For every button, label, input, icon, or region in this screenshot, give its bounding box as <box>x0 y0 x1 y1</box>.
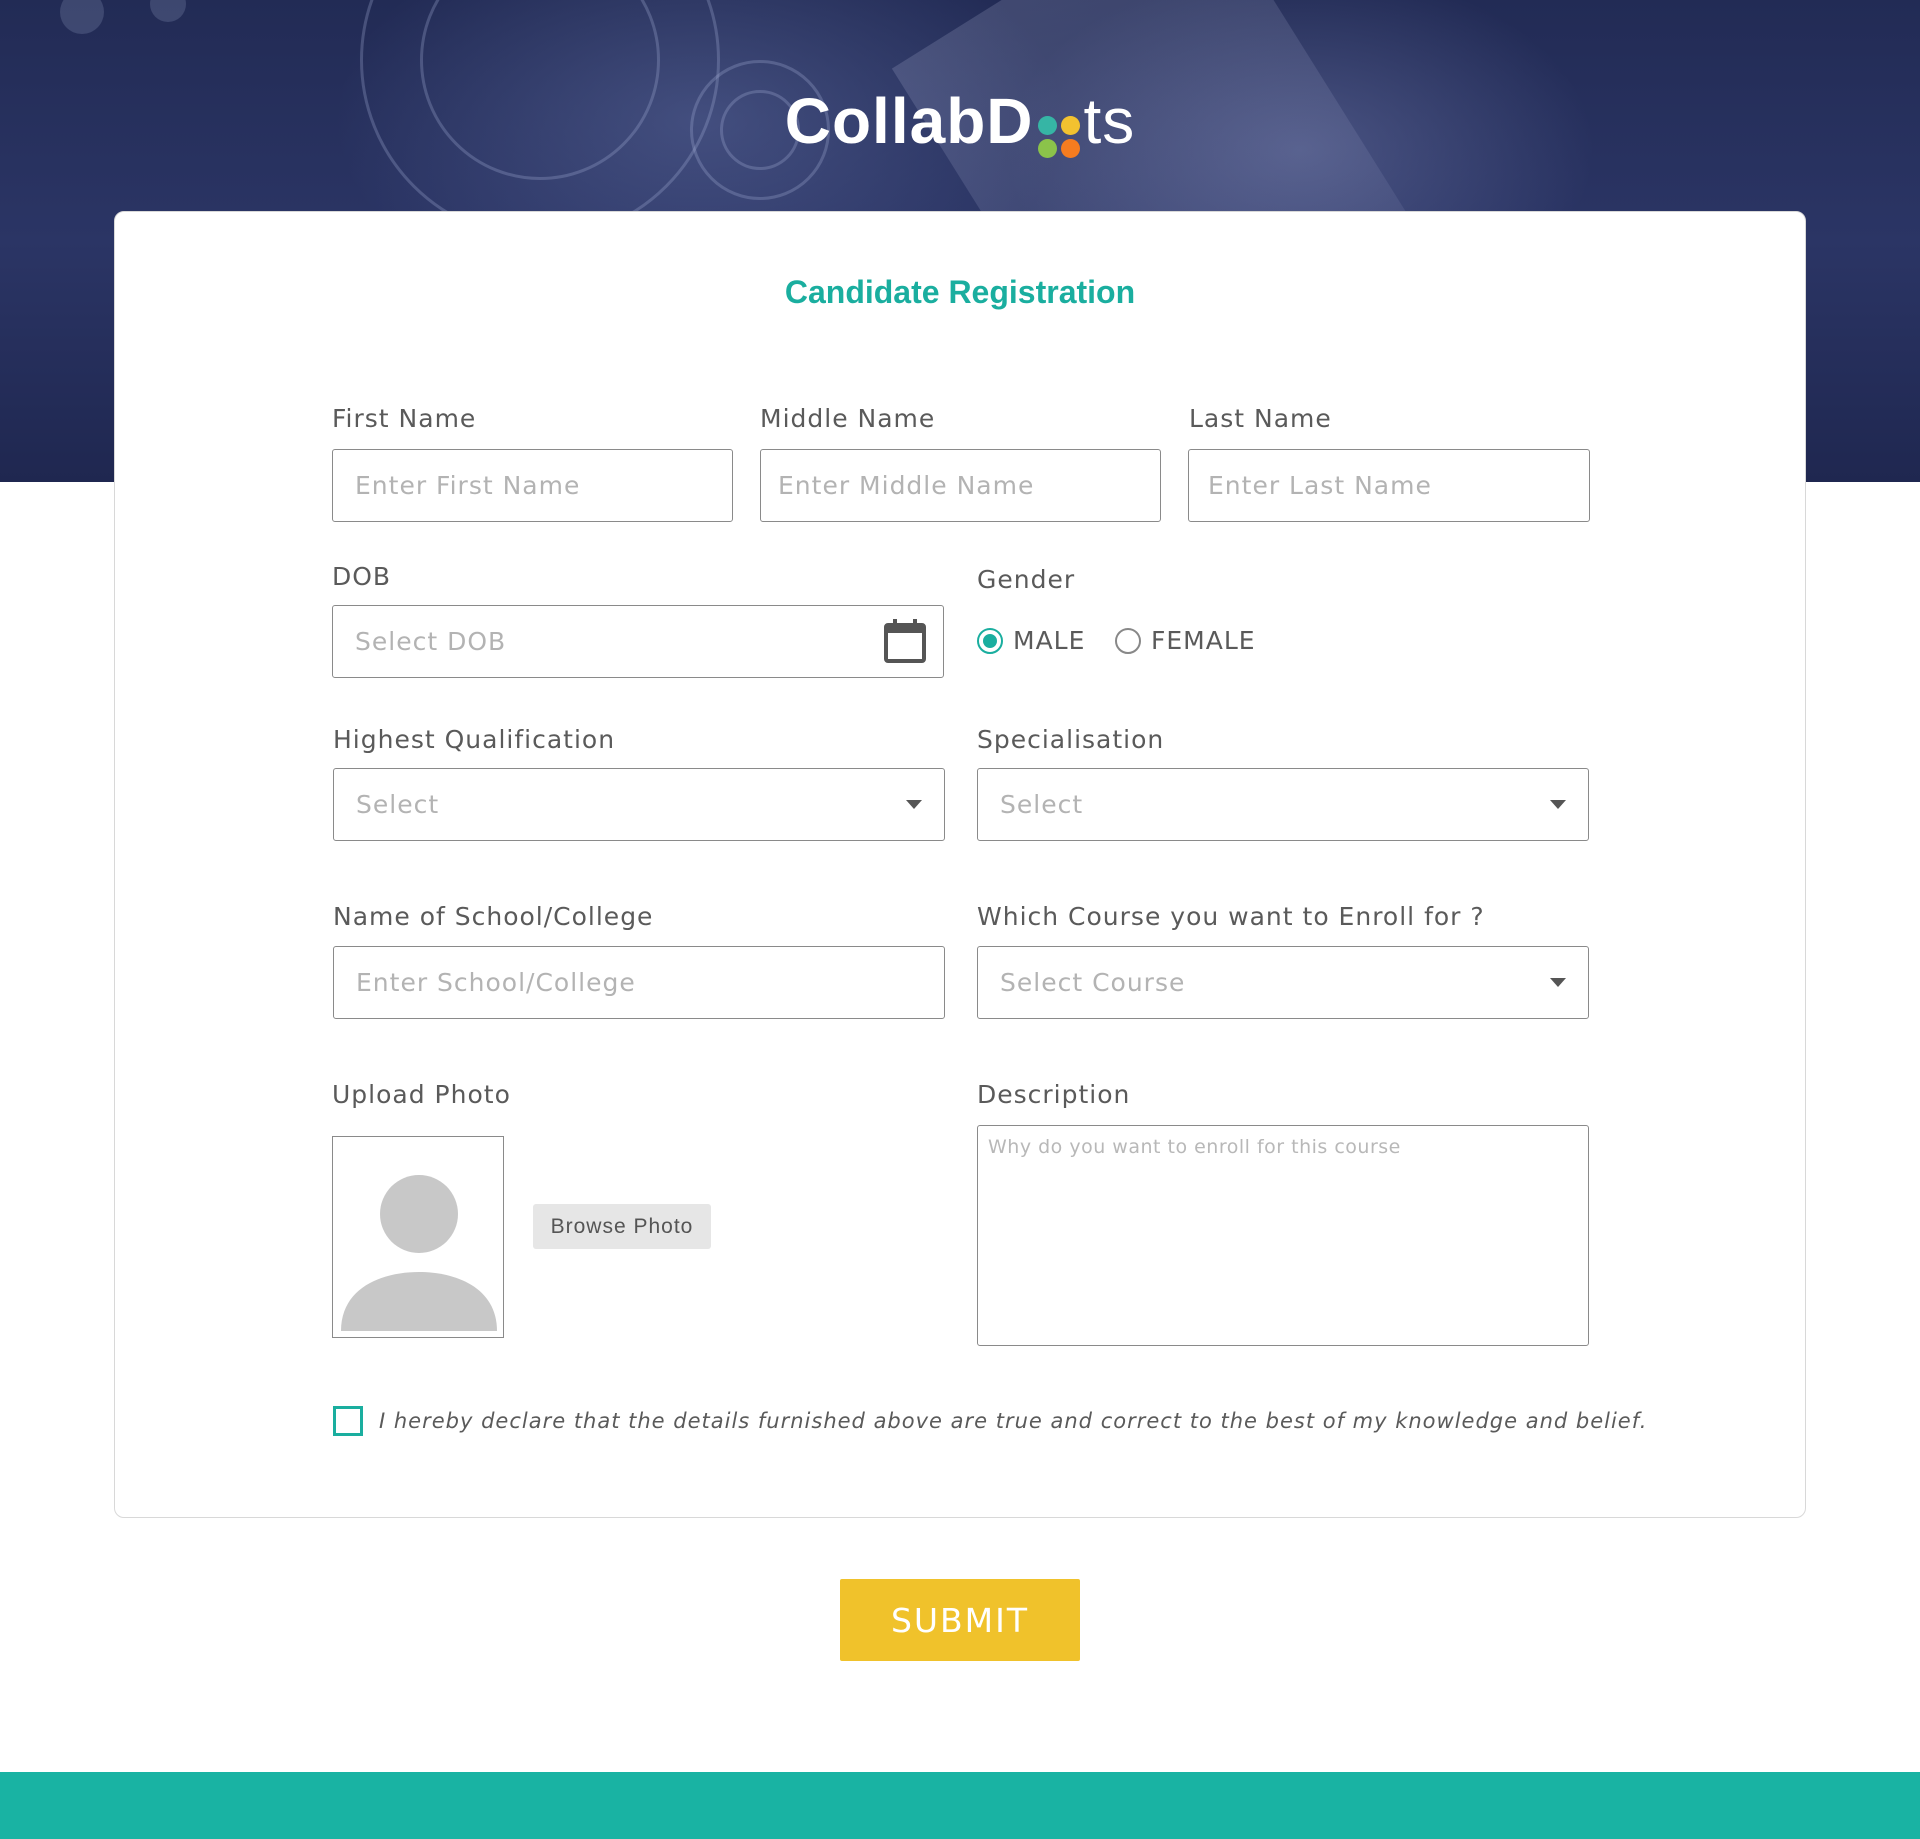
male-radio[interactable] <box>977 627 1003 654</box>
specialisation-label: Specialisation <box>977 725 1165 754</box>
school-placeholder: Enter School/College <box>356 968 636 997</box>
avatar-placeholder-icon <box>341 1175 497 1331</box>
last-name-label: Last Name <box>1189 404 1332 433</box>
last-name-input[interactable]: Enter Last Name <box>1188 449 1590 522</box>
course-select[interactable]: Select Course <box>977 946 1589 1019</box>
page-title: Candidate Registration <box>784 274 1136 310</box>
registration-card: Candidate Registration First Name Enter … <box>114 211 1806 1518</box>
description-placeholder: Why do you want to enroll for this cours… <box>988 1136 1401 1158</box>
course-value: Select Course <box>1000 968 1186 997</box>
school-label: Name of School/College <box>333 902 654 931</box>
specialisation-select[interactable]: Select <box>977 768 1589 841</box>
declaration-checkbox[interactable] <box>333 1406 363 1436</box>
dob-input[interactable]: Select DOB <box>332 605 944 678</box>
calendar-icon[interactable] <box>883 618 927 664</box>
declaration-text: I hereby declare that the details furnis… <box>379 1409 1648 1433</box>
brand-logo: CollabD ts <box>0 84 1920 158</box>
gender-option-female[interactable]: FEMALE <box>1115 626 1256 655</box>
middle-name-placeholder: Enter Middle Name <box>778 471 1035 500</box>
upload-photo-label: Upload Photo <box>332 1080 511 1109</box>
middle-name-input[interactable]: Enter Middle Name <box>760 449 1161 522</box>
photo-preview <box>332 1136 504 1338</box>
description-textarea[interactable]: Why do you want to enroll for this cours… <box>977 1125 1589 1346</box>
chevron-down-icon <box>1550 800 1566 809</box>
logo-text-left: CollabD <box>784 85 1034 157</box>
course-label: Which Course you want to Enroll for ? <box>977 902 1485 931</box>
browse-photo-button[interactable]: Browse Photo <box>533 1204 711 1249</box>
female-radio[interactable] <box>1115 627 1141 654</box>
gender-option-male[interactable]: MALE <box>977 626 1085 655</box>
first-name-label: First Name <box>332 404 477 433</box>
first-name-placeholder: Enter First Name <box>355 471 581 500</box>
qualification-select[interactable]: Select <box>333 768 945 841</box>
logo-text-right: ts <box>1083 85 1136 157</box>
qualification-label: Highest Qualification <box>333 725 616 754</box>
last-name-placeholder: Enter Last Name <box>1208 471 1432 500</box>
middle-name-label: Middle Name <box>760 404 936 433</box>
dob-placeholder: Select DOB <box>355 627 507 656</box>
decorative-bokeh <box>150 0 186 22</box>
description-label: Description <box>977 1080 1131 1109</box>
dob-label: DOB <box>332 562 392 591</box>
decorative-bokeh <box>60 0 104 34</box>
chevron-down-icon <box>1550 978 1566 987</box>
specialisation-value: Select <box>1000 790 1084 819</box>
footer-bar <box>0 1772 1920 1839</box>
male-radio-label: MALE <box>1013 626 1086 655</box>
submit-button[interactable]: SUBMIT <box>840 1579 1080 1661</box>
chevron-down-icon <box>906 800 922 809</box>
qualification-value: Select <box>356 790 440 819</box>
logo-dots-icon <box>1037 116 1080 158</box>
school-input[interactable]: Enter School/College <box>333 946 945 1019</box>
gender-label: Gender <box>977 565 1076 594</box>
female-radio-label: FEMALE <box>1151 626 1256 655</box>
first-name-input[interactable]: Enter First Name <box>332 449 733 522</box>
